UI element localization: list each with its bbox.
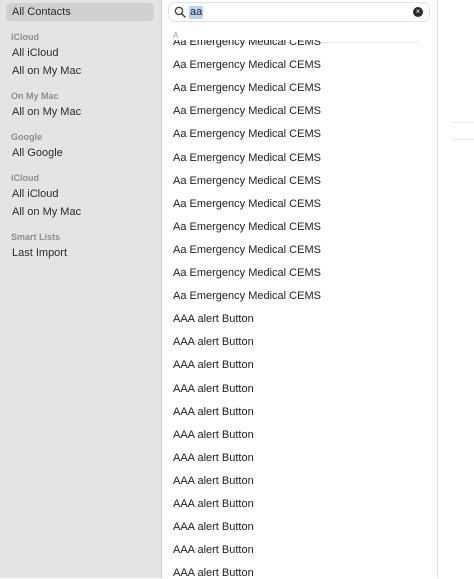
contact-row[interactable]: Aa Emergency Medical CEMS [173, 128, 321, 140]
contact-row[interactable]: AAA alert Button [173, 521, 254, 533]
search-input[interactable]: aa [189, 6, 204, 19]
contact-row[interactable]: Aa Emergency Medical CEMS [173, 267, 321, 279]
sidebar-header-google: Google [11, 132, 42, 142]
detail-divider [452, 122, 474, 123]
contact-row[interactable]: Aa Emergency Medical CEMS [173, 198, 321, 210]
contact-row[interactable]: AAA alert Button [173, 567, 254, 579]
contact-row[interactable]: AAA alert Button [173, 452, 254, 464]
contact-row[interactable]: Aa Emergency Medical CEMS [173, 290, 321, 302]
contact-row[interactable]: AAA alert Button [173, 336, 254, 348]
contact-row[interactable]: AAA alert Button [173, 359, 254, 371]
contact-row[interactable]: Aa Emergency Medical CEMS [173, 152, 321, 164]
contact-row[interactable]: Aa Emergency Medical CEMS [173, 105, 321, 117]
contact-row[interactable]: AAA alert Button [173, 544, 254, 556]
sidebar-header-smart-lists: Smart Lists [11, 232, 61, 242]
sidebar-item-all-icloud-2[interactable]: All iCloud [6, 185, 154, 203]
search-field[interactable]: aa × [168, 2, 430, 22]
sidebar-header-icloud: iCloud [11, 32, 39, 42]
contact-row[interactable]: AAA alert Button [173, 475, 254, 487]
contact-row[interactable]: AAA alert Button [173, 313, 254, 325]
sidebar-item-last-import[interactable]: Last Import [6, 244, 154, 262]
contact-detail-pane [437, 0, 474, 578]
sidebar-item-all-contacts[interactable]: All Contacts [6, 3, 154, 21]
search-icon [174, 6, 186, 18]
contact-row[interactable]: Aa Emergency Medical CEMS [173, 221, 321, 233]
contact-row[interactable]: Aa Emergency Medical CEMS [173, 59, 321, 71]
sidebar-header-on-my-mac: On My Mac [11, 91, 59, 101]
sidebar-header-icloud-2: iCloud [11, 173, 39, 183]
sidebar-item-all-google[interactable]: All Google [6, 144, 154, 162]
sidebar-item-all-icloud[interactable]: All iCloud [6, 44, 154, 62]
sidebar-item-all-on-my-mac-2[interactable]: All on My Mac [6, 103, 154, 121]
contact-row[interactable]: Aa Emergency Medical CEMS [173, 82, 321, 94]
contact-row[interactable]: AAA alert Button [173, 429, 254, 441]
sidebar-item-all-on-my-mac-3[interactable]: All on My Mac [6, 203, 154, 221]
contact-row[interactable]: AAA alert Button [173, 406, 254, 418]
contact-row[interactable]: Aa Emergency Medical CEMS [173, 244, 321, 256]
contact-row[interactable]: AAA alert Button [173, 498, 254, 510]
sidebar-item-all-on-my-mac[interactable]: All on My Mac [6, 62, 154, 80]
contact-row[interactable]: AAA alert Button [173, 383, 254, 395]
detail-divider [452, 139, 474, 140]
sidebar: All Contacts iCloud All iCloud All on My… [0, 0, 162, 578]
contact-row[interactable]: Aa Emergency Medical CEMS [173, 175, 321, 187]
section-header-letter: A [173, 31, 179, 40]
clear-icon[interactable]: × [413, 7, 423, 17]
